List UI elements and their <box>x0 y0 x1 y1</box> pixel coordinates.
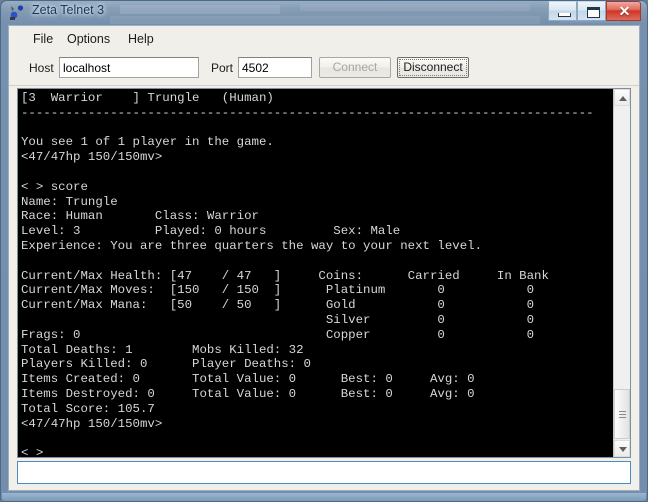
focus-ring <box>399 59 467 76</box>
scroll-down-icon[interactable] <box>614 440 630 457</box>
scrollbar-grip-icon <box>619 411 626 418</box>
client-area: File Options Help Host Port Connect Disc… <box>8 25 640 491</box>
port-input[interactable] <box>238 57 312 78</box>
telnet-window: Zeta Telnet 3 ✕ File Options Help Host P… <box>0 0 648 502</box>
maximize-icon <box>587 7 600 18</box>
menu-bar: File Options Help <box>9 26 639 50</box>
close-icon: ✕ <box>618 3 631 19</box>
command-input[interactable] <box>17 461 631 484</box>
connect-button-label: Connect <box>332 60 378 74</box>
connection-bar: Host Port Connect Disconnect <box>9 50 639 86</box>
close-button[interactable]: ✕ <box>606 1 641 21</box>
terminal-text: [3 Warrior ] Trungle (Human) -----------… <box>21 91 594 457</box>
menu-item-options[interactable]: Options <box>61 30 116 48</box>
host-input[interactable] <box>59 57 199 78</box>
window-title: Zeta Telnet 3 <box>32 3 105 17</box>
scrollbar-thumb[interactable] <box>614 389 630 439</box>
disconnect-button[interactable]: Disconnect <box>397 57 469 78</box>
host-label: Host <box>29 61 54 75</box>
title-bar[interactable]: Zeta Telnet 3 ✕ <box>0 0 648 26</box>
menu-item-file[interactable]: File <box>27 30 59 48</box>
port-label: Port <box>211 61 234 75</box>
minimize-button[interactable] <box>548 1 577 21</box>
terminal-panel: [3 Warrior ] Trungle (Human) -----------… <box>17 88 631 458</box>
scroll-up-icon[interactable] <box>614 89 630 106</box>
terminal-scrollbar[interactable] <box>613 89 630 457</box>
connect-button[interactable]: Connect <box>319 57 391 78</box>
terminal-output[interactable]: [3 Warrior ] Trungle (Human) -----------… <box>18 89 615 457</box>
app-icon <box>10 5 24 20</box>
maximize-button[interactable] <box>577 1 606 21</box>
minimize-icon <box>558 13 571 17</box>
menu-item-help[interactable]: Help <box>122 30 160 48</box>
